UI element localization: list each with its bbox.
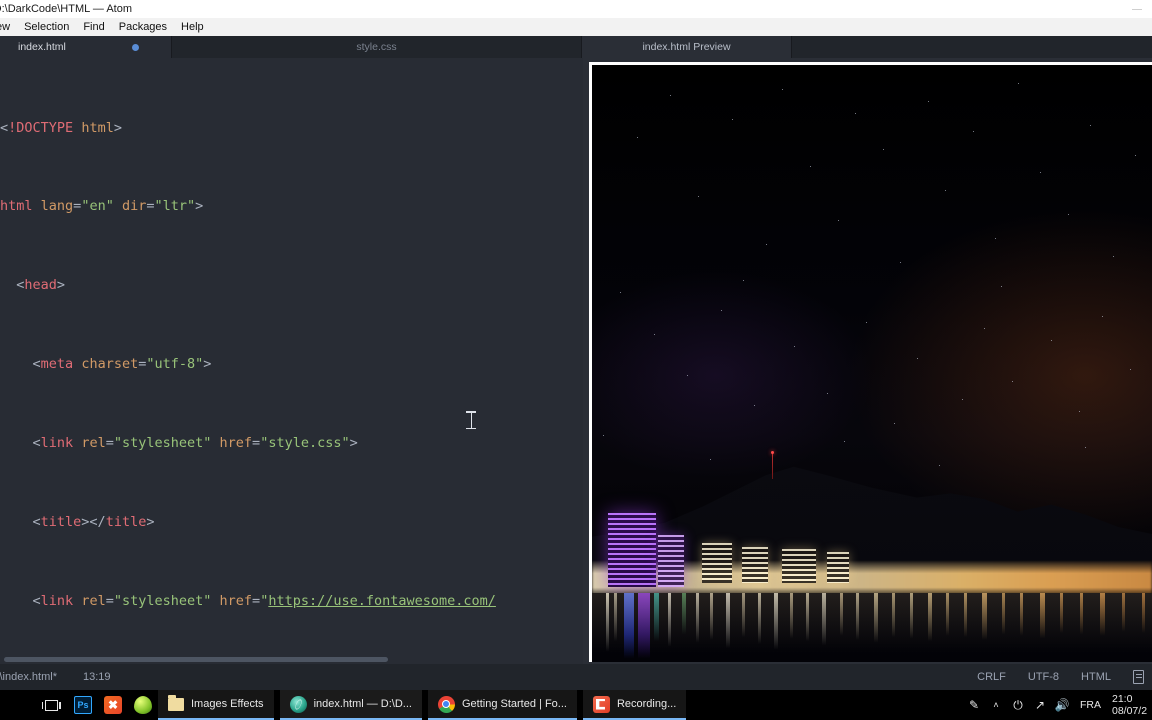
task-view-icon[interactable] bbox=[34, 690, 68, 720]
file-icon[interactable] bbox=[1133, 670, 1144, 684]
water-haze bbox=[592, 593, 1152, 653]
fontawesome-url-link[interactable]: https://use.fontawesome.com/ bbox=[268, 593, 496, 609]
tab-index-html[interactable]: index.html bbox=[0, 36, 172, 58]
editor-horizontal-scrollbar[interactable] bbox=[0, 655, 583, 664]
tab-bar: index.html style.css index.html Preview bbox=[0, 36, 1152, 58]
atom-icon bbox=[289, 695, 307, 713]
pen-icon[interactable]: ✎ bbox=[963, 698, 985, 712]
taskbar-task-atom[interactable]: index.html — D:\D... bbox=[279, 690, 422, 720]
menu-item-packages[interactable]: Packages bbox=[112, 18, 174, 36]
clock[interactable]: 21:0 08/07/2 bbox=[1108, 693, 1152, 717]
task-label: Recording... bbox=[616, 698, 677, 710]
code-line: <head> bbox=[16, 277, 66, 294]
code-line: <!DOCTYPE html> bbox=[0, 119, 122, 136]
screen: al — D:\DarkCode\HTML — Atom ew Selectio… bbox=[0, 0, 1152, 720]
status-grammar[interactable]: HTML bbox=[1081, 671, 1111, 683]
purple-tower-building bbox=[608, 513, 656, 587]
modified-indicator-icon[interactable] bbox=[132, 44, 139, 51]
tab-label: index.html bbox=[18, 41, 66, 53]
chrome-icon bbox=[437, 695, 455, 713]
preview-image-frame bbox=[589, 62, 1152, 662]
window-title: al — D:\DarkCode\HTML — Atom bbox=[0, 3, 133, 15]
code-editor-pane[interactable]: <!DOCTYPE html> html lang="en" dir="ltr"… bbox=[0, 58, 583, 664]
start-button[interactable] bbox=[0, 690, 34, 720]
code-line: <link rel="stylesheet" href="https://use… bbox=[32, 592, 496, 609]
code-line: html lang="en" dir="ltr"> bbox=[0, 198, 204, 215]
menu-item-find[interactable]: Find bbox=[76, 18, 111, 36]
task-label: index.html — D:\D... bbox=[313, 698, 412, 710]
photoshop-icon: Ps bbox=[74, 696, 92, 714]
folder-icon bbox=[168, 694, 184, 711]
antenna-light bbox=[771, 451, 774, 479]
status-line-ending[interactable]: CRLF bbox=[977, 671, 1006, 683]
battery-icon[interactable]: ⏻ bbox=[1007, 698, 1029, 713]
taskbar-icon-photoshop[interactable]: Ps bbox=[68, 690, 98, 720]
scrollbar-thumb[interactable] bbox=[4, 657, 388, 662]
window-controls bbox=[1122, 0, 1152, 18]
volume-icon[interactable]: 🔊 bbox=[1051, 698, 1073, 712]
tab-label: index.html Preview bbox=[642, 41, 731, 53]
status-bar: s\index.html* 13:19 CRLF UTF-8 HTML bbox=[0, 664, 1152, 690]
purple-tower-building-2 bbox=[658, 535, 684, 587]
system-tray: ✎ ˄ ⏻ ↗ 🔊 FRA 21:0 08/07/2 bbox=[963, 690, 1152, 720]
taskbar-icon-green-app[interactable] bbox=[128, 690, 158, 720]
taskbar-task-camtasia[interactable]: Recording... bbox=[582, 690, 687, 720]
tab-style-css[interactable]: style.css bbox=[172, 36, 582, 58]
html-preview-pane[interactable] bbox=[583, 58, 1152, 664]
language-indicator[interactable]: FRA bbox=[1073, 699, 1108, 711]
code-text[interactable]: <!DOCTYPE html> html lang="en" dir="ltr"… bbox=[0, 62, 583, 664]
menu-bar: ew Selection Find Packages Help bbox=[0, 18, 1152, 36]
menu-item-selection[interactable]: Selection bbox=[17, 18, 76, 36]
green-app-icon bbox=[134, 696, 152, 714]
tab-index-html-preview[interactable]: index.html Preview bbox=[582, 36, 792, 58]
orange-app-icon: ✖ bbox=[104, 696, 122, 714]
task-label: Getting Started | Fo... bbox=[461, 698, 567, 710]
atom-editor-window: al — D:\DarkCode\HTML — Atom ew Selectio… bbox=[0, 0, 1152, 690]
taskbar-task-chrome[interactable]: Getting Started | Fo... bbox=[427, 690, 577, 720]
chevron-up-icon[interactable]: ˄ bbox=[985, 700, 1007, 710]
menu-item-view[interactable]: ew bbox=[0, 18, 17, 36]
tab-label: style.css bbox=[356, 41, 397, 53]
night-sky-image bbox=[592, 65, 1152, 662]
title-bar: al — D:\DarkCode\HTML — Atom bbox=[0, 0, 1152, 18]
taskbar-icon-orange-app[interactable]: ✖ bbox=[98, 690, 128, 720]
camtasia-icon bbox=[592, 695, 610, 713]
code-line: <meta charset="utf-8"> bbox=[32, 356, 212, 373]
wifi-icon[interactable]: ↗ bbox=[1029, 698, 1051, 712]
taskbar-task-images-effects[interactable]: Images Effects bbox=[158, 690, 274, 720]
status-file-path[interactable]: s\index.html* bbox=[0, 671, 57, 683]
status-encoding[interactable]: UTF-8 bbox=[1028, 671, 1059, 683]
clock-time: 21:0 bbox=[1112, 693, 1133, 705]
status-cursor-position[interactable]: 13:19 bbox=[83, 671, 111, 683]
code-line: <link rel="stylesheet" href="style.css"> bbox=[32, 435, 358, 452]
task-label: Images Effects bbox=[191, 698, 264, 710]
menu-item-help[interactable]: Help bbox=[174, 18, 211, 36]
minimize-button[interactable] bbox=[1122, 0, 1152, 18]
code-line: <title></title> bbox=[32, 514, 155, 531]
windows-taskbar: Ps ✖ Images Effects index.html — D:\D...… bbox=[0, 690, 1152, 720]
clock-date: 08/07/2 bbox=[1112, 705, 1148, 717]
